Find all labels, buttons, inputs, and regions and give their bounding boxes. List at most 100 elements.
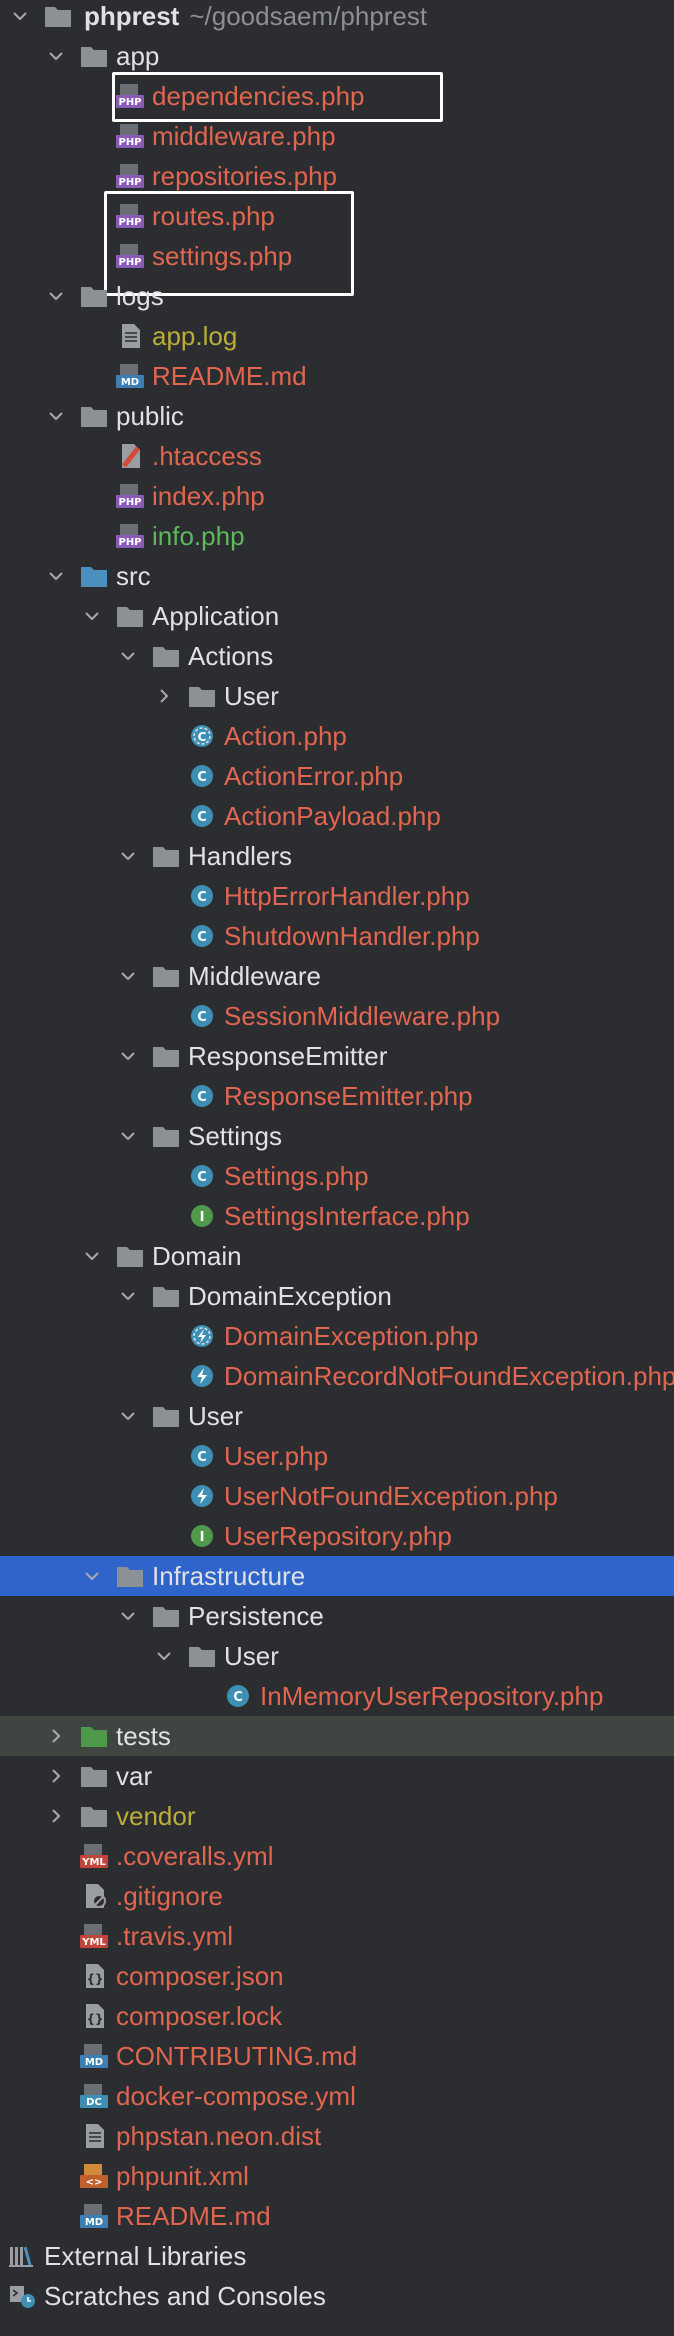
tree-row[interactable]: MD CONTRIBUTING.md	[0, 2036, 674, 2076]
tree-row-label: ShutdownHandler.php	[224, 921, 480, 951]
chevron-down-icon[interactable]	[8, 0, 32, 36]
tree-row[interactable]: PHP routes.php	[0, 196, 674, 236]
tree-row[interactable]: Actions	[0, 636, 674, 676]
tree-row-label: SessionMiddleware.php	[224, 1001, 501, 1031]
tree-row[interactable]: C ShutdownHandler.php	[0, 916, 674, 956]
source-folder-icon	[80, 564, 108, 588]
php-file-icon: PHP	[116, 484, 144, 508]
tree-row[interactable]: PHP info.php	[0, 516, 674, 556]
tree-row-label: Domain	[152, 1241, 242, 1271]
tree-row[interactable]: <> phpunit.xml	[0, 2156, 674, 2196]
tree-row[interactable]: User	[0, 676, 674, 716]
chevron-right-icon[interactable]	[44, 1716, 68, 1756]
chevron-down-icon[interactable]	[44, 36, 68, 76]
chevron-right-icon[interactable]	[44, 1756, 68, 1796]
tree-row[interactable]: C InMemoryUserRepository.php	[0, 1676, 674, 1716]
chevron-down-icon[interactable]	[80, 1556, 104, 1596]
chevron-down-icon[interactable]	[44, 396, 68, 436]
folder-icon	[152, 844, 180, 868]
tree-row[interactable]: DomainException.php	[0, 1316, 674, 1356]
tree-row[interactable]: Persistence	[0, 1596, 674, 1636]
chevron-down-icon[interactable]	[44, 556, 68, 596]
svg-text:C: C	[197, 1170, 207, 1185]
tree-row[interactable]: app	[0, 36, 674, 76]
tree-row-label: logs	[116, 281, 164, 311]
chevron-down-icon[interactable]	[80, 1236, 104, 1276]
chevron-right-icon[interactable]	[44, 1796, 68, 1836]
tree-row[interactable]: tests	[0, 1716, 674, 1756]
tree-row[interactable]: .gitignore	[0, 1876, 674, 1916]
tree-row[interactable]: External Libraries	[0, 2236, 674, 2276]
tree-row[interactable]: PHP settings.php	[0, 236, 674, 276]
svg-text:C: C	[198, 730, 207, 744]
tree-row[interactable]: public	[0, 396, 674, 436]
tree-row[interactable]: YML .coveralls.yml	[0, 1836, 674, 1876]
svg-text:PHP: PHP	[118, 137, 141, 148]
chevron-down-icon[interactable]	[116, 1036, 140, 1076]
tree-row[interactable]: app.log	[0, 316, 674, 356]
chevron-down-icon[interactable]	[116, 636, 140, 676]
class-icon: C	[188, 924, 216, 948]
chevron-down-icon[interactable]	[116, 1116, 140, 1156]
folder-icon	[80, 1804, 108, 1828]
tree-row[interactable]: MD README.md	[0, 356, 674, 396]
tree-row[interactable]: phpstan.neon.dist	[0, 2116, 674, 2156]
chevron-down-icon[interactable]	[116, 1596, 140, 1636]
chevron-down-icon[interactable]	[44, 276, 68, 316]
chevron-down-icon[interactable]	[116, 1276, 140, 1316]
tree-row[interactable]: C ActionPayload.php	[0, 796, 674, 836]
htaccess-file-icon	[116, 444, 144, 468]
tree-row[interactable]: Middleware	[0, 956, 674, 996]
tree-row[interactable]: MD README.md	[0, 2196, 674, 2236]
tree-row[interactable]: .htaccess	[0, 436, 674, 476]
chevron-down-icon[interactable]	[116, 836, 140, 876]
tree-row-label: app	[116, 41, 160, 71]
tree-row[interactable]: src	[0, 556, 674, 596]
tree-row[interactable]: C Settings.php	[0, 1156, 674, 1196]
tree-row[interactable]: PHP middleware.php	[0, 116, 674, 156]
chevron-down-icon[interactable]	[116, 956, 140, 996]
tree-row[interactable]: Handlers	[0, 836, 674, 876]
tree-row[interactable]: C ResponseEmitter.php	[0, 1076, 674, 1116]
tree-row[interactable]: UserNotFoundException.php	[0, 1476, 674, 1516]
tree-row[interactable]: YML .travis.yml	[0, 1916, 674, 1956]
tree-row[interactable]: Scratches and Consoles	[0, 2276, 674, 2316]
tree-row[interactable]: User	[0, 1636, 674, 1676]
tree-row[interactable]: ResponseEmitter	[0, 1036, 674, 1076]
tree-row[interactable]: PHP dependencies.php	[0, 76, 674, 116]
tree-row[interactable]: Application	[0, 596, 674, 636]
project-tree: phprest ~/goodsaem/phprest app PHP dependen…	[0, 0, 674, 2336]
tree-row[interactable]: {} composer.json	[0, 1956, 674, 1996]
svg-text:C: C	[197, 1450, 207, 1465]
tree-row[interactable]: DomainRecordNotFoundException.php	[0, 1356, 674, 1396]
tree-row[interactable]: C ActionError.php	[0, 756, 674, 796]
tree-row[interactable]: C Action.php	[0, 716, 674, 756]
tree-row[interactable]: DC docker-compose.yml	[0, 2076, 674, 2116]
tree-row[interactable]: PHP repositories.php	[0, 156, 674, 196]
tree-row-root[interactable]: phprest ~/goodsaem/phprest	[0, 0, 674, 36]
tree-row[interactable]: User	[0, 1396, 674, 1436]
chevron-down-icon[interactable]	[152, 1636, 176, 1676]
tree-row[interactable]: I SettingsInterface.php	[0, 1196, 674, 1236]
tree-row[interactable]: I UserRepository.php	[0, 1516, 674, 1556]
tree-row[interactable]: PHP index.php	[0, 476, 674, 516]
tree-row[interactable]: Domain	[0, 1236, 674, 1276]
php-file-icon: PHP	[116, 524, 144, 548]
tree-row[interactable]: C HttpErrorHandler.php	[0, 876, 674, 916]
tree-row-label: .travis.yml	[116, 1921, 233, 1951]
tree-row[interactable]: {} composer.lock	[0, 1996, 674, 2036]
chevron-down-icon[interactable]	[80, 596, 104, 636]
tree-row[interactable]: Infrastructure	[0, 1556, 674, 1596]
tree-row[interactable]: vendor	[0, 1796, 674, 1836]
chevron-down-icon[interactable]	[116, 1396, 140, 1436]
tree-row[interactable]: DomainException	[0, 1276, 674, 1316]
svg-text:I: I	[200, 1210, 205, 1225]
svg-text:C: C	[197, 890, 207, 905]
tree-row[interactable]: var	[0, 1756, 674, 1796]
tree-row[interactable]: logs	[0, 276, 674, 316]
tree-row[interactable]: Settings	[0, 1116, 674, 1156]
chevron-right-icon[interactable]	[152, 676, 176, 716]
tree-row[interactable]: C SessionMiddleware.php	[0, 996, 674, 1036]
tree-row[interactable]: C User.php	[0, 1436, 674, 1476]
tree-row-label: README.md	[116, 2201, 271, 2231]
